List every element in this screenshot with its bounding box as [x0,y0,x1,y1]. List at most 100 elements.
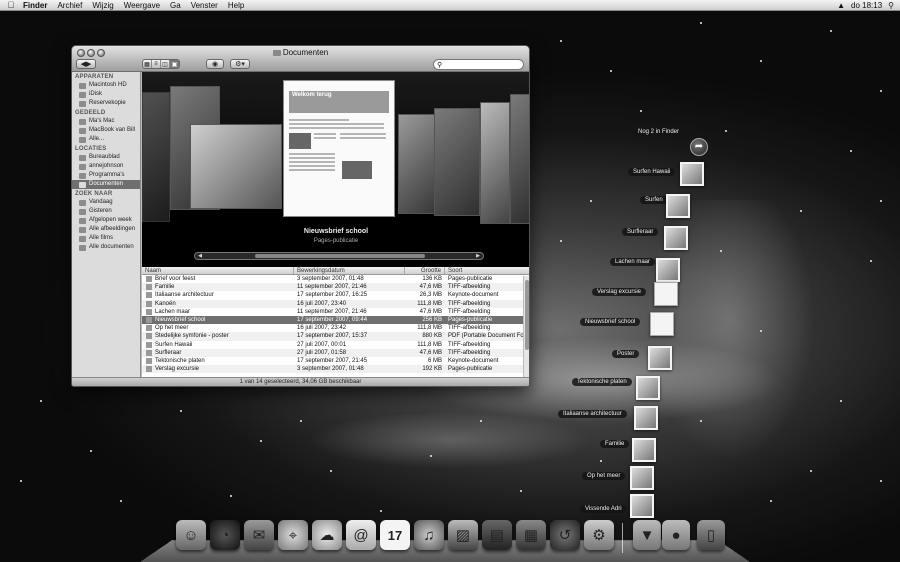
downloads-stack-icon[interactable]: ● [662,520,690,550]
column-header-kind[interactable]: Soort [445,267,529,274]
stack-item-thumbnail[interactable] [656,258,680,282]
ical-icon[interactable]: 17 [380,520,410,550]
sidebar-item[interactable]: Gisteren [72,207,140,216]
sidebar-item[interactable]: Afgelopen week [72,216,140,225]
table-row[interactable]: Stedelijke symfonie - poster 17 september… [142,332,529,341]
action-menu-button[interactable]: ⚙▾ [230,59,250,69]
coverflow-item[interactable] [480,102,510,224]
column-header-name[interactable]: Naam [142,267,294,274]
stack-item-thumbnail[interactable] [630,494,654,518]
sidebar-section-heading[interactable]: APPARATEN [72,72,140,81]
list-view-icon[interactable]: ≡ [152,60,161,68]
coverflow-view-icon[interactable]: ▣ [170,60,179,68]
coverflow-item[interactable] [510,94,529,224]
sidebar-section-heading[interactable]: GEDEELD [72,108,140,117]
menu-weergave[interactable]: Weergave [119,1,165,10]
mail-icon[interactable]: ✉ [244,520,274,550]
table-row[interactable]: Surfen Hawaii 27 juli 2007, 00:01 111,8 MB… [142,341,529,349]
arrow-circle-icon[interactable]: ➦ [690,138,708,156]
volume-icon[interactable]: ▲ [837,1,845,10]
table-row[interactable]: Brief voor feest 3 september 2007, 01:48 1… [142,275,529,283]
coverflow-item[interactable] [142,92,170,222]
list-scrollbar[interactable] [523,276,529,379]
iphoto-icon[interactable]: ▨ [448,520,478,550]
sidebar-section-heading[interactable]: LOCATIES [72,144,140,153]
sidebar-item[interactable]: iDisk [72,90,140,99]
sidebar-item[interactable]: Macintosh HD [72,81,140,90]
finder-icon[interactable]: ☺ [176,520,206,550]
address-book-icon[interactable]: @ [346,520,376,550]
coverflow-item[interactable] [434,108,480,216]
system-preferences-icon[interactable]: ⚙ [584,520,614,550]
sidebar-item[interactable]: Alle... [72,135,140,144]
window-titlebar[interactable]: Documenten ◀ ▶ ▦ ≡ ◫ ▣ ◉ ⚙▾ ⚲ [72,46,529,72]
list-scroll-thumb[interactable] [525,280,529,350]
sidebar-item[interactable]: Alle afbeeldingen [72,225,140,234]
sidebar-item[interactable]: Alle films [72,234,140,243]
menu-ga[interactable]: Ga [165,1,186,10]
menu-finder[interactable]: Finder [18,1,52,10]
sidebar-item[interactable]: Bureaublad [72,153,140,162]
dashboard-icon[interactable]: ◔ [210,520,240,550]
stack-item[interactable]: Italiaanse architectuur [558,410,627,418]
menu-help[interactable]: Help [223,1,249,10]
trash-icon[interactable]: ▯ [697,520,725,550]
table-row[interactable]: Op het meer 16 juli 2007, 23:42 111,8 MB TI… [142,324,529,332]
table-row[interactable]: Familie 11 september 2007, 21:46 47,6 MB TI… [142,283,529,292]
stack-item-thumbnail[interactable] [636,376,660,400]
coverflow-current-document[interactable]: Welkom terug [283,80,395,217]
apple-icon[interactable]:  [4,0,18,10]
ichat-icon[interactable]: ☁ [312,520,342,550]
column-header-size[interactable]: Grootte [405,267,445,274]
stack-item[interactable]: Tektonische platen [572,378,632,386]
stack-item[interactable]: Poster [612,350,640,358]
menu-venster[interactable]: Venster [186,1,223,10]
coverflow-view[interactable]: Welkom terug Nieuwsbrief school Pages-pu… [142,72,529,267]
imovie-icon[interactable]: ▤ [482,520,512,550]
table-row[interactable]: Nieuwsbrief school 17 september 2007, 09:… [142,315,529,325]
stack-item[interactable]: Surfleraar [622,228,659,236]
stack-item-thumbnail[interactable] [650,312,674,336]
stack-item[interactable]: Familie [600,440,630,448]
forward-arrow-icon[interactable]: ▶ [86,60,91,68]
itunes-icon[interactable]: ♫ [414,520,444,550]
stack-item-thumbnail[interactable] [654,282,678,306]
sidebar-section-heading[interactable]: ZOEK NAAR [72,189,140,198]
time-machine-icon[interactable]: ↺ [550,520,580,550]
coverflow-scroll-thumb[interactable] [255,254,425,258]
spaces-icon[interactable]: ▦ [516,520,546,550]
table-row[interactable]: Tektonische platen 17 september 2007, 21:… [142,357,529,365]
menu-wijzig[interactable]: Wijzig [87,1,118,10]
coverflow-scrollbar[interactable]: ◀ ▶ [194,252,484,260]
stack-item-thumbnail[interactable] [648,346,672,370]
icon-view-icon[interactable]: ▦ [143,60,152,68]
search-input[interactable] [442,61,523,68]
view-switcher[interactable]: ▦ ≡ ◫ ▣ [142,59,180,69]
sidebar-item[interactable]: Documenten [72,180,140,189]
table-row[interactable]: Lachen maar 11 september 2007, 21:46 47,6 … [142,308,529,316]
table-row[interactable]: Surfleraar 27 juli 2007, 01:58 47,6 MB TIFF… [142,348,529,357]
column-view-icon[interactable]: ◫ [161,60,170,68]
stack-open-in-finder[interactable]: Nog 2 in Finder [633,128,685,136]
menu-archief[interactable]: Archief [52,1,87,10]
table-row[interactable]: Kanoën 16 juli 2007, 23:40 111,8 MB TIFF-af… [142,299,529,308]
stack-item-thumbnail[interactable] [664,226,688,250]
stack-item[interactable]: Op het meer [582,472,626,480]
documents-stack-icon[interactable]: ▼ [633,520,661,550]
stack-item-thumbnail[interactable] [634,406,658,430]
stack-item-thumbnail[interactable] [632,438,656,462]
stack-item[interactable]: Vissende Adri [580,505,627,513]
stack-item-thumbnail[interactable] [666,194,690,218]
sidebar-item[interactable]: Ma's Mac [72,117,140,126]
column-header-date[interactable]: Bewerkingsdatum [294,267,405,274]
stack-item[interactable]: Surfen Hawaii [628,168,676,176]
stack-item[interactable]: Verslag excursie [592,288,647,296]
quicklook-button[interactable]: ◉ [206,59,224,69]
scroll-right-icon[interactable]: ▶ [474,253,482,259]
safari-icon[interactable]: ⌖ [278,520,308,550]
stack-item[interactable]: Nieuwsbrief school [580,318,641,326]
table-row[interactable]: Italiaanse architectuur 17 september 2007… [142,291,529,299]
table-row[interactable]: Verslag excursie 3 september 2007, 01:48 1… [142,365,529,374]
back-forward-buttons[interactable]: ◀ ▶ [76,59,96,69]
sidebar-item[interactable]: Reservekopie [72,99,140,108]
